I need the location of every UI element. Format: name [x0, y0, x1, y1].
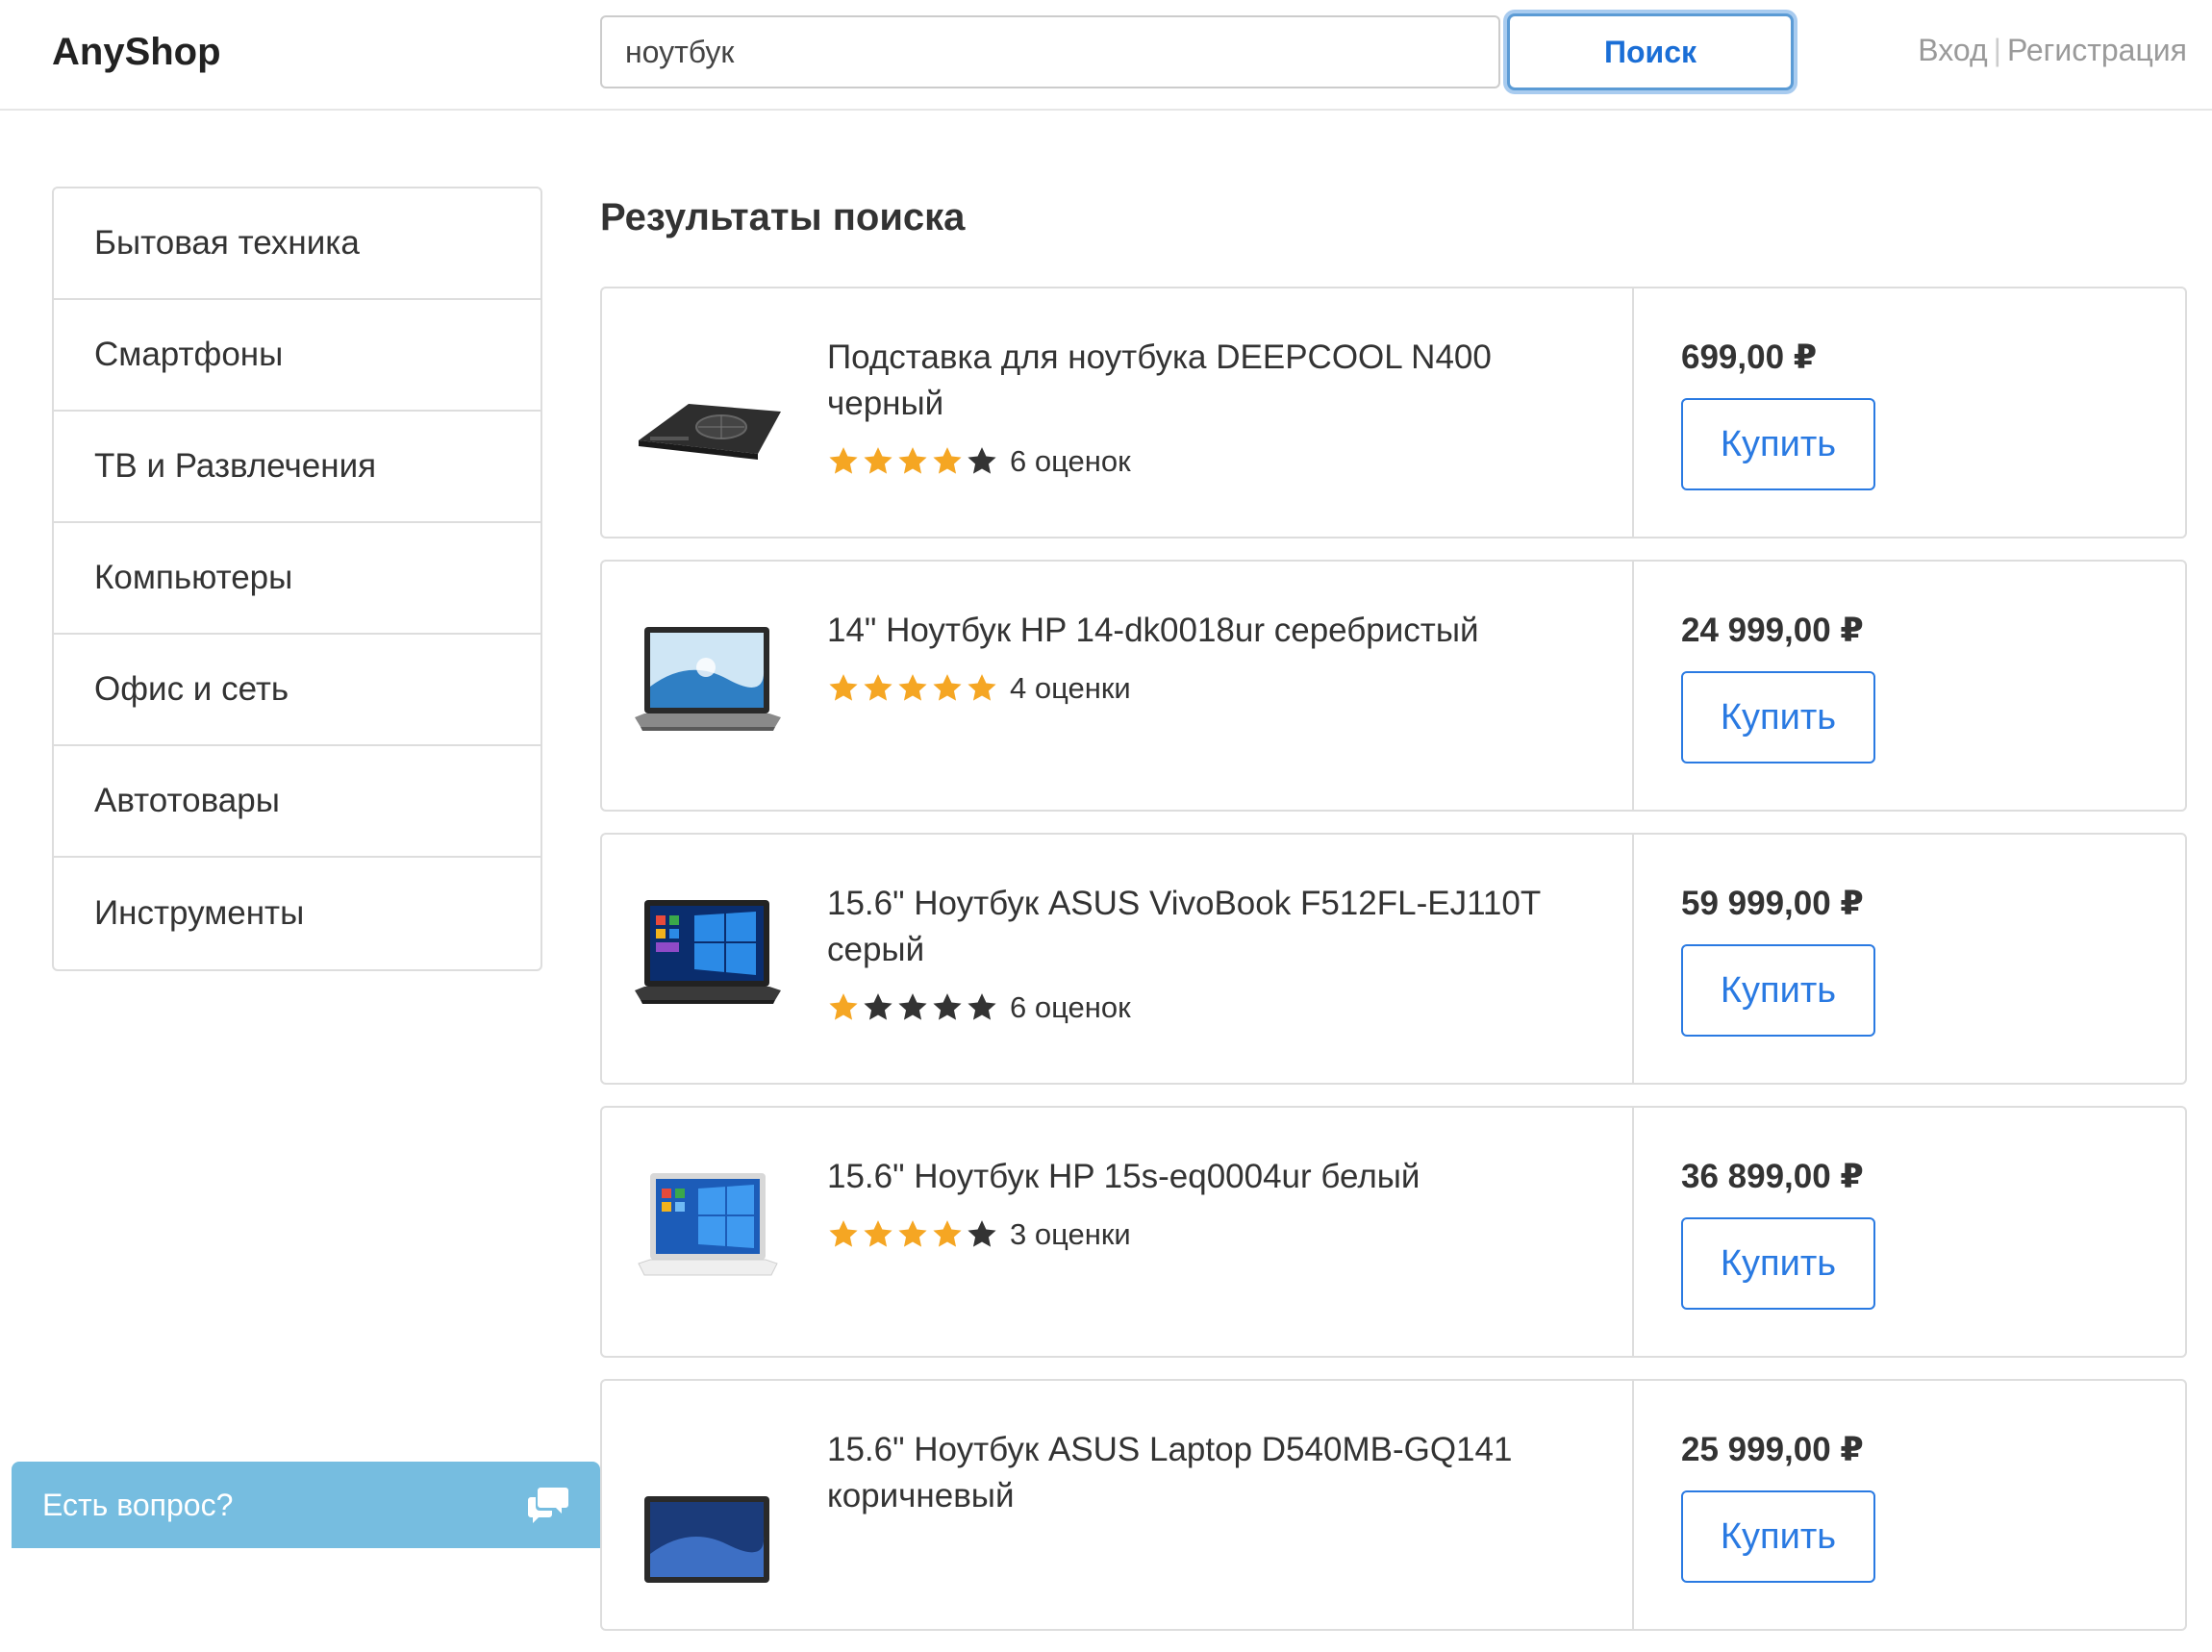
- product-title[interactable]: 15.6" Ноутбук HP 15s-eq0004ur белый: [827, 1154, 1616, 1200]
- rating: 6 оценок: [827, 990, 1131, 1025]
- rating-count[interactable]: 6 оценок: [1010, 990, 1131, 1025]
- star-empty-icon: [968, 1220, 996, 1247]
- rating-count[interactable]: 6 оценок: [1010, 444, 1131, 479]
- buy-button[interactable]: Купить: [1681, 1217, 1875, 1310]
- rating-stars: [827, 672, 1000, 705]
- sidebar-item-computers[interactable]: Компьютеры: [54, 523, 540, 635]
- rating: 3 оценки: [827, 1217, 1131, 1252]
- result-card: 15.6" Ноутбук ASUS Laptop D540MB-GQ141 к…: [600, 1379, 2187, 1631]
- star-empty-icon: [968, 993, 996, 1020]
- star-filled-icon: [829, 447, 858, 474]
- star-filled-icon: [933, 447, 962, 474]
- sidebar-item-tv[interactable]: ТВ и Развлечения: [54, 412, 540, 523]
- buy-button[interactable]: Купить: [1681, 1490, 1875, 1583]
- star-filled-icon: [968, 674, 996, 701]
- sidebar-item-tools[interactable]: Инструменты: [54, 858, 540, 969]
- star-filled-icon: [933, 1220, 962, 1247]
- star-filled-icon: [829, 993, 858, 1020]
- result-card: 15.6" Ноутбук ASUS VivoBook F512FL-EJ110…: [600, 833, 2187, 1085]
- buy-button[interactable]: Купить: [1681, 398, 1875, 490]
- laptop-hp-silver-image[interactable]: [631, 610, 785, 763]
- sidebar-item-auto[interactable]: Автотовары: [54, 746, 540, 858]
- laptop-stand-image[interactable]: [631, 337, 785, 490]
- buy-button[interactable]: Купить: [1681, 944, 1875, 1037]
- card-divider: [1632, 1381, 1634, 1629]
- star-filled-icon: [898, 447, 927, 474]
- star-empty-icon: [898, 993, 927, 1020]
- laptop-hp-white-image[interactable]: [631, 1156, 785, 1310]
- search-button[interactable]: Поиск: [1507, 13, 1794, 90]
- result-card: 15.6" Ноутбук HP 15s-eq0004ur белый 3 оц…: [600, 1106, 2187, 1358]
- product-title[interactable]: 15.6" Ноутбук ASUS Laptop D540MB-GQ141 к…: [827, 1427, 1616, 1519]
- card-divider: [1632, 288, 1634, 537]
- auth-links: Вход | Регистрация: [1918, 33, 2187, 68]
- product-title[interactable]: Подставка для ноутбука DEEPCOOL N400 чер…: [827, 335, 1616, 427]
- site-header: AnyShop Поиск Вход|Регистрация: [0, 0, 2212, 111]
- product-price: 36 899,00 ₽: [1681, 1158, 1864, 1195]
- star-filled-icon: [829, 1220, 858, 1247]
- rating: 6 оценок: [827, 444, 1131, 479]
- product-price: 699,00 ₽: [1681, 338, 1818, 376]
- auth-separator: |: [1993, 33, 2001, 67]
- rating-count[interactable]: 3 оценки: [1010, 1217, 1131, 1252]
- sidebar-item-appliances[interactable]: Бытовая техника: [54, 188, 540, 300]
- laptop-asus-grey-image[interactable]: [631, 883, 785, 1037]
- star-empty-icon: [968, 447, 996, 474]
- product-price: 24 999,00 ₽: [1681, 612, 1864, 649]
- sidebar-item-smartphones[interactable]: Смартфоны: [54, 300, 540, 412]
- chat-widget[interactable]: Есть вопрос?: [12, 1462, 600, 1548]
- card-divider: [1632, 1108, 1634, 1356]
- sidebar-item-office[interactable]: Офис и сеть: [54, 635, 540, 746]
- laptop-asus-brown-image[interactable]: [631, 1429, 785, 1583]
- rating-count[interactable]: 4 оценки: [1010, 671, 1131, 706]
- register-link[interactable]: Регистрация: [2007, 33, 2187, 67]
- star-filled-icon: [898, 1220, 927, 1247]
- search-input[interactable]: [600, 15, 1500, 88]
- star-filled-icon: [898, 674, 927, 701]
- product-price: 25 999,00 ₽: [1681, 1431, 1864, 1468]
- category-sidebar: Бытовая техника Смартфоны ТВ и Развлечен…: [52, 187, 542, 971]
- product-title[interactable]: 15.6" Ноутбук ASUS VivoBook F512FL-EJ110…: [827, 881, 1616, 973]
- chat-label: Есть вопрос?: [42, 1487, 234, 1522]
- rating-stars: [827, 991, 1000, 1024]
- star-filled-icon: [829, 674, 858, 701]
- result-card: Подставка для ноутбука DEEPCOOL N400 чер…: [600, 287, 2187, 538]
- star-filled-icon: [864, 1220, 892, 1247]
- star-empty-icon: [933, 993, 962, 1020]
- product-title[interactable]: 14" Ноутбук HP 14-dk0018ur серебристый: [827, 608, 1616, 654]
- card-divider: [1632, 835, 1634, 1083]
- star-empty-icon: [864, 993, 892, 1020]
- buy-button[interactable]: Купить: [1681, 671, 1875, 763]
- star-filled-icon: [933, 674, 962, 701]
- card-divider: [1632, 562, 1634, 810]
- star-filled-icon: [864, 674, 892, 701]
- result-list: Подставка для ноутбука DEEPCOOL N400 чер…: [600, 287, 2187, 1652]
- rating-stars: [827, 1218, 1000, 1251]
- rating: 4 оценки: [827, 671, 1131, 706]
- login-link[interactable]: Вход: [1918, 33, 1987, 67]
- star-filled-icon: [864, 447, 892, 474]
- site-logo[interactable]: AnyShop: [52, 31, 221, 74]
- rating-stars: [827, 445, 1000, 478]
- result-card: 14" Ноутбук HP 14-dk0018ur серебристый 4…: [600, 560, 2187, 812]
- page-title: Результаты поиска: [600, 196, 966, 238]
- chat-bubbles-icon: [528, 1488, 568, 1523]
- product-price: 59 999,00 ₽: [1681, 885, 1864, 922]
